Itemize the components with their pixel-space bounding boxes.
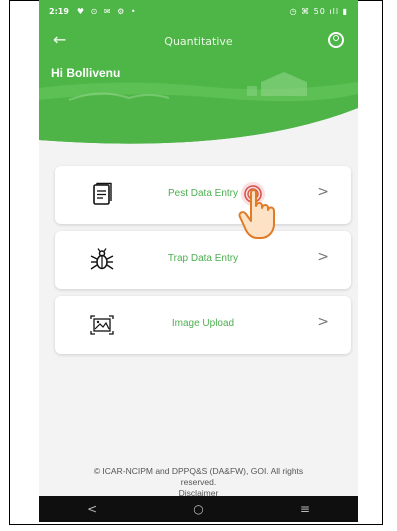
system-nav-bar: < ○ ≡	[39, 496, 358, 522]
menu-item-pest-data-entry[interactable]: Pest Data Entry >	[55, 166, 351, 224]
status-time: 2:19	[49, 6, 69, 16]
nav-home-button[interactable]: ○	[193, 502, 203, 516]
chevron-right-icon: >	[317, 314, 329, 330]
chevron-right-icon: >	[317, 249, 329, 265]
menu-item-image-upload[interactable]: Image Upload >	[55, 296, 351, 354]
phone-screen: 2:19 ♥ ⊙ ✉ ⚙ • ◷ ⌘ 50 ıll ▮ ← Quantitati…	[39, 0, 358, 522]
page-title: Quantitative	[164, 34, 233, 48]
footer-line: reserved.	[180, 477, 217, 487]
status-bar: 2:19 ♥ ⊙ ✉ ⚙ • ◷ ⌘ 50 ıll ▮	[39, 0, 358, 22]
menu-item-label: Trap Data Entry	[167, 253, 239, 264]
menu-item-trap-data-entry[interactable]: Trap Data Entry >	[55, 231, 351, 289]
profile-icon[interactable]	[328, 32, 344, 48]
menu-item-label: Image Upload	[171, 318, 235, 329]
status-right-icons: ◷ ⌘ 50 ıll ▮	[289, 6, 348, 16]
app-bar: ← Quantitative	[39, 22, 358, 60]
nav-back-button[interactable]: <	[87, 502, 97, 516]
back-arrow-icon[interactable]: ←	[53, 30, 66, 49]
status-left-icons: ♥ ⊙ ✉ ⚙ •	[76, 6, 138, 16]
greeting-text: Hi Bollivenu	[51, 66, 121, 80]
nav-recents-button[interactable]: ≡	[300, 502, 310, 516]
chevron-right-icon: >	[317, 184, 329, 200]
menu-item-label: Pest Data Entry	[167, 188, 239, 199]
footer-line: © ICAR-NCIPM and DPPQ&S (DA&FW), GOI. Al…	[93, 466, 304, 476]
tap-hand-icon	[238, 182, 275, 239]
footer-copyright: © ICAR-NCIPM and DPPQ&S (DA&FW), GOI. Al…	[39, 466, 358, 499]
